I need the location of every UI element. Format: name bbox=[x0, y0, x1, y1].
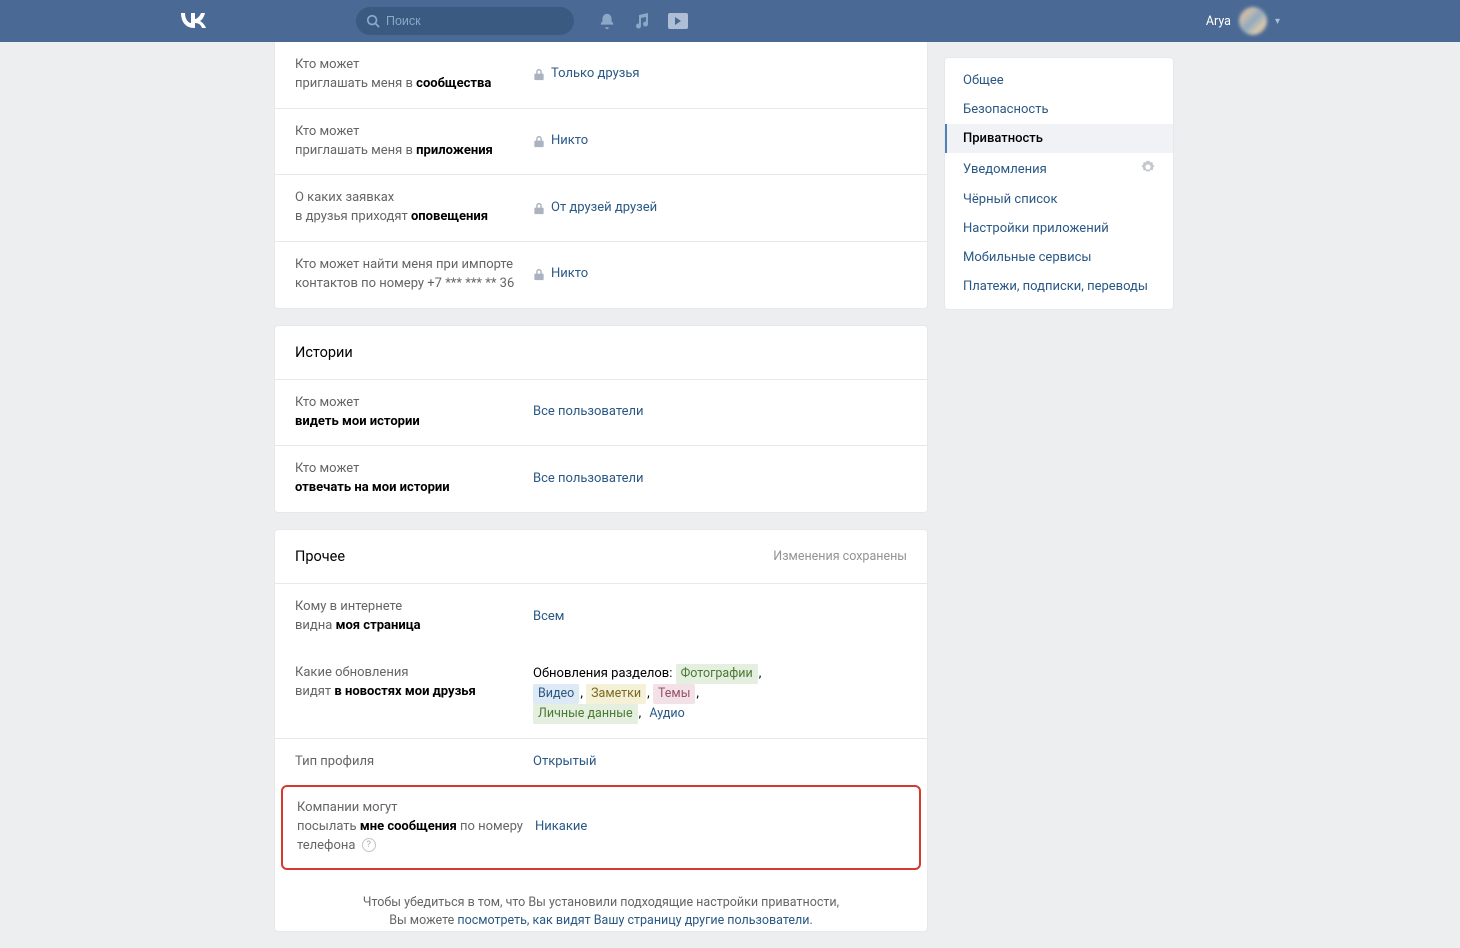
lock-icon bbox=[533, 268, 545, 281]
tag-2[interactable]: Заметки bbox=[586, 684, 646, 704]
row-other-a-0: Кому в интернетевидна моя страницаВсем bbox=[275, 584, 927, 650]
tag-3[interactable]: Темы bbox=[653, 684, 695, 704]
row-top-2: О каких заявкахв друзья приходят оповеще… bbox=[275, 175, 927, 242]
row-stories-0: Кто можетвидеть мои историиВсе пользоват… bbox=[275, 380, 927, 447]
notifications-icon[interactable] bbox=[598, 12, 616, 30]
row-other-b-0: Тип профиляОткрытый bbox=[275, 739, 927, 786]
menu-item-1[interactable]: Безопасность bbox=[945, 95, 1173, 124]
vk-logo-icon bbox=[180, 12, 206, 28]
row-top-1: Кто можетприглашать меня в приложенияНик… bbox=[275, 109, 927, 176]
menu-item-7[interactable]: Платежи, подписки, переводы bbox=[945, 272, 1173, 301]
row-companies-label: Компании могут посылать мне сообщения по… bbox=[297, 799, 535, 856]
row-companies-value[interactable]: Никакие bbox=[535, 799, 587, 856]
row-top-1-value[interactable]: Никто bbox=[533, 123, 588, 161]
tag-5[interactable]: Аудио bbox=[644, 704, 689, 724]
row-companies: Компании могут посылать мне сообщения по… bbox=[283, 787, 919, 868]
chevron-down-icon: ▾ bbox=[1275, 16, 1280, 27]
row-stories-1: Кто можетотвечать на мои историиВсе поль… bbox=[275, 446, 927, 512]
preview-link[interactable]: посмотреть, как видят Вашу страницу друг… bbox=[457, 913, 812, 928]
header-inner: Arya ▾ bbox=[180, 0, 1280, 42]
menu-item-4[interactable]: Чёрный список bbox=[945, 185, 1173, 214]
tag-4[interactable]: Личные данные bbox=[533, 704, 638, 724]
row-top-3-value[interactable]: Никто bbox=[533, 256, 588, 294]
user-menu[interactable]: Arya ▾ bbox=[1206, 7, 1280, 35]
row-top-3-label: Кто может найти меня при импортеконтакто… bbox=[295, 256, 533, 294]
username: Arya bbox=[1206, 14, 1231, 29]
search-icon bbox=[366, 14, 380, 28]
row-stories-1-value[interactable]: Все пользователи bbox=[533, 460, 644, 498]
header-icons bbox=[598, 12, 688, 30]
gear-icon[interactable] bbox=[1141, 160, 1155, 178]
row-stories-1-label: Кто можетотвечать на мои истории bbox=[295, 460, 533, 498]
row-top-0-label: Кто можетприглашать меня в сообщества bbox=[295, 56, 533, 94]
row-updates-label: Какие обновления видят в новостях мои др… bbox=[295, 664, 533, 724]
tag-0[interactable]: Фотографии bbox=[676, 664, 758, 684]
row-other-a-0-label: Кому в интернетевидна моя страница bbox=[295, 598, 533, 636]
panel-stories-head: Истории bbox=[275, 326, 927, 380]
row-other-a-0-value[interactable]: Всем bbox=[533, 598, 564, 636]
lock-icon bbox=[533, 202, 545, 215]
menu-item-3[interactable]: Уведомления bbox=[945, 153, 1173, 185]
row-stories-0-value[interactable]: Все пользователи bbox=[533, 394, 644, 432]
row-other-b-0-label: Тип профиля bbox=[295, 753, 533, 772]
main-column: Кто можетприглашать меня в сообществаТол… bbox=[274, 42, 928, 948]
panel-other-head: Прочее Изменения сохранены bbox=[275, 530, 927, 584]
saved-notice: Изменения сохранены bbox=[773, 549, 907, 564]
aside-column: ОбщееБезопасностьПриватностьУведомленияЧ… bbox=[944, 42, 1174, 310]
lock-icon bbox=[533, 68, 545, 81]
row-stories-0-label: Кто можетвидеть мои истории bbox=[295, 394, 533, 432]
search-input[interactable] bbox=[386, 14, 564, 28]
row-updates: Какие обновления видят в новостях мои др… bbox=[275, 650, 927, 739]
lock-icon bbox=[533, 135, 545, 148]
panel-stories: Истории Кто можетвидеть мои историиВсе п… bbox=[274, 325, 928, 513]
top-header: Arya ▾ bbox=[0, 0, 1460, 42]
vk-logo[interactable] bbox=[180, 9, 206, 34]
row-updates-value[interactable]: Обновления разделов: Фотографии, Видео, … bbox=[533, 664, 761, 724]
menu-item-2[interactable]: Приватность bbox=[945, 124, 1173, 153]
row-top-2-label: О каких заявкахв друзья приходят оповеще… bbox=[295, 189, 533, 227]
settings-menu: ОбщееБезопасностьПриватностьУведомленияЧ… bbox=[944, 57, 1174, 310]
panel-stories-title: Истории bbox=[295, 344, 353, 361]
row-top-3: Кто может найти меня при импортеконтакто… bbox=[275, 242, 927, 308]
tag-1[interactable]: Видео bbox=[533, 684, 579, 704]
panel-other-title: Прочее bbox=[295, 548, 345, 565]
panel-invites: Кто можетприглашать меня в сообществаТол… bbox=[274, 42, 928, 309]
panel-other: Прочее Изменения сохранены Кому в интерн… bbox=[274, 529, 928, 932]
music-icon[interactable] bbox=[634, 13, 650, 29]
avatar bbox=[1239, 7, 1267, 35]
search-input-wrap[interactable] bbox=[356, 7, 574, 35]
video-icon[interactable] bbox=[668, 13, 688, 29]
footnote: Чтобы убедиться в том, что Вы установили… bbox=[275, 878, 927, 932]
row-top-1-label: Кто можетприглашать меня в приложения bbox=[295, 123, 533, 161]
highlighted-setting: Компании могут посылать мне сообщения по… bbox=[281, 785, 921, 870]
row-top-0: Кто можетприглашать меня в сообществаТол… bbox=[275, 42, 927, 109]
row-top-2-value[interactable]: От друзей друзей bbox=[533, 189, 657, 227]
row-top-0-value[interactable]: Только друзья bbox=[533, 56, 640, 94]
row-other-b-0-value[interactable]: Открытый bbox=[533, 753, 596, 772]
menu-item-5[interactable]: Настройки приложений bbox=[945, 214, 1173, 243]
help-icon[interactable]: ? bbox=[362, 838, 376, 852]
menu-item-6[interactable]: Мобильные сервисы bbox=[945, 243, 1173, 272]
menu-item-0[interactable]: Общее bbox=[945, 66, 1173, 95]
page: Кто можетприглашать меня в сообществаТол… bbox=[274, 42, 1186, 948]
